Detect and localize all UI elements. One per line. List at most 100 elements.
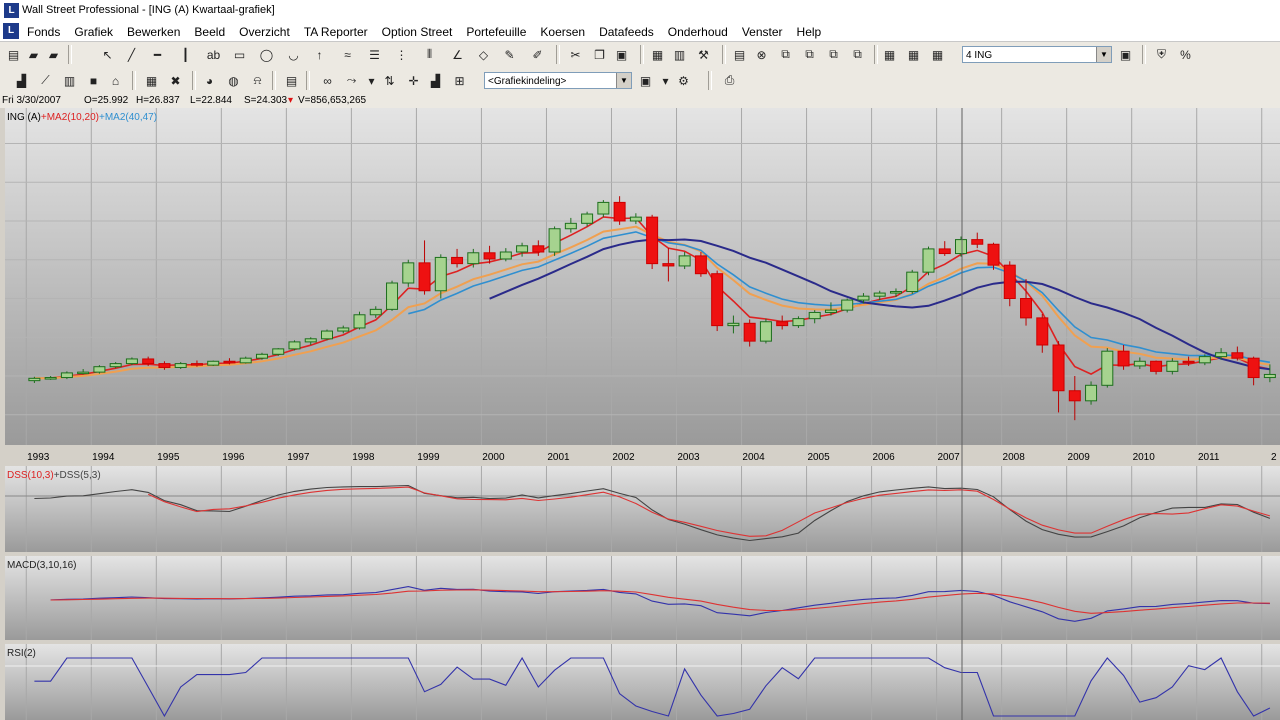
chevron-down-icon[interactable]: ▼ — [1096, 47, 1111, 62]
candle-body — [987, 243, 1000, 266]
delete-chart-icon[interactable]: ✖ — [166, 71, 185, 90]
globe-icon[interactable]: ◍ — [224, 71, 243, 90]
columns-icon[interactable]: ▥ — [670, 45, 689, 64]
angle-icon[interactable]: ∠ — [448, 45, 467, 64]
text-tool-icon[interactable]: ab — [204, 45, 223, 64]
symbol-select-value: 4 ING — [966, 50, 993, 61]
copy-icon[interactable]: ❐ — [590, 45, 609, 64]
layout-select[interactable]: <Grafiekindeling> ▼ — [484, 72, 632, 89]
ellipse-icon[interactable]: ◯ — [257, 45, 276, 64]
signals-icon[interactable]: ⇅ — [380, 71, 399, 90]
crosshair-icon[interactable]: ✛ — [404, 71, 423, 90]
layout3-icon[interactable]: ▦ — [928, 45, 947, 64]
horizontal-line-icon[interactable]: ━ — [148, 45, 167, 64]
rsi-panel-label: RSI(2) — [7, 648, 36, 659]
candle-body — [873, 292, 886, 297]
pointer-icon[interactable]: ↖ — [98, 45, 117, 64]
layout-tools-icon[interactable]: ⚙ — [674, 71, 693, 90]
open-icon[interactable]: ▰ — [24, 45, 43, 64]
paste-icon[interactable]: ▣ — [612, 45, 631, 64]
menu-item-datafeeds[interactable]: Datafeeds — [592, 25, 661, 39]
save-layout-icon[interactable]: ▣ — [636, 71, 655, 90]
menu-item-koersen[interactable]: Koersen — [533, 25, 592, 39]
channel-icon[interactable]: ⫴ — [420, 45, 439, 64]
x-tick-label: 1999 — [417, 452, 440, 463]
document-icon[interactable]: L — [3, 23, 19, 39]
dss-panel[interactable] — [5, 466, 1280, 552]
candle-body — [207, 360, 220, 366]
indicator-icon[interactable]: ⤳ — [342, 71, 361, 90]
tools-icon[interactable]: ⚒ — [694, 45, 713, 64]
link-icon[interactable]: ⧉ — [848, 45, 867, 64]
fibonacci-icon[interactable]: ⋮ — [392, 45, 411, 64]
vertical-line-icon[interactable]: ┃ — [176, 45, 195, 64]
palette-icon[interactable]: ◕ — [200, 71, 219, 90]
menu-item-option-street[interactable]: Option Street — [375, 25, 460, 39]
indicator-dropdown-icon[interactable]: ▾ — [362, 71, 381, 90]
rectangle-icon[interactable]: ▭ — [230, 45, 249, 64]
quote-high: H=26.837 — [136, 95, 180, 106]
compare-icon[interactable]: ⧉ — [824, 45, 843, 64]
candle-body — [142, 358, 155, 365]
layout-icon[interactable]: ▦ — [880, 45, 899, 64]
export-icon[interactable]: ⧉ — [800, 45, 819, 64]
menu-item-overzicht[interactable]: Overzicht — [232, 25, 297, 39]
chart-svg[interactable]: 1993 1994 1995 1996 1997 1998 1999 2000 2001 2002… — [0, 108, 1280, 720]
menu-item-beeld[interactable]: Beeld — [187, 25, 232, 39]
candle-chart-icon[interactable]: ▥ — [60, 71, 79, 90]
menu-item-bewerken[interactable]: Bewerken — [120, 25, 187, 39]
x-tick-label: 2003 — [677, 452, 700, 463]
chart-area[interactable]: 1993 1994 1995 1996 1997 1998 1999 2000 2001 2002… — [0, 108, 1280, 720]
menu-item-portefeuille[interactable]: Portefeuille — [459, 25, 533, 39]
printer-icon[interactable]: ⎙ — [720, 71, 739, 90]
bell-icon[interactable]: ⍾ — [248, 71, 267, 90]
save-layout-dropdown-icon[interactable]: ▾ — [656, 71, 675, 90]
candle-body — [971, 239, 984, 245]
arrow-up-icon[interactable]: ↑ — [310, 45, 329, 64]
wave-icon[interactable]: ≈ — [338, 45, 357, 64]
report-icon[interactable]: ▤ — [730, 45, 749, 64]
line-chart-icon[interactable]: ⟋ — [36, 71, 55, 90]
binoculars-icon[interactable]: ∞ — [318, 71, 337, 90]
pencil-icon[interactable]: ✎ — [500, 45, 519, 64]
eraser-icon[interactable]: ◇ — [474, 45, 493, 64]
menu-item-grafiek[interactable]: Grafiek — [67, 25, 120, 39]
table-icon[interactable]: ▤ — [282, 71, 301, 90]
zoom-icon[interactable]: ⊞ — [450, 71, 469, 90]
menu-item-venster[interactable]: Venster — [735, 25, 790, 39]
symbol-select[interactable]: 4 ING ▼ — [962, 46, 1112, 63]
marker-icon[interactable]: ✐ — [528, 45, 547, 64]
home-icon[interactable]: ⌂ — [106, 71, 125, 90]
candle-body — [922, 248, 935, 273]
chevron-down-icon[interactable]: ▼ — [616, 73, 631, 88]
candle-body — [711, 273, 724, 327]
cancel-icon[interactable]: ⊗ — [752, 45, 771, 64]
copy-chart-icon[interactable]: ⧉ — [776, 45, 795, 64]
quote-info-bar: Fri 3/30/2007 O=25.992 H=26.837 L=22.844… — [0, 94, 1280, 108]
cut-icon[interactable]: ✂ — [566, 45, 585, 64]
lines-icon[interactable]: ☰ — [365, 45, 384, 64]
menu-list: Fonds Grafiek Bewerken Beeld Overzicht TA Rep… — [20, 22, 828, 41]
chart-toolbar: ▟ ⟋ ▥ ■ ⌂ ▦ ✖ ◕ ◍ ⍾ ▤ ∞ ⤳ ▾ ⇅ ✛ ▟ ⊞ <Gra… — [0, 68, 1280, 95]
arc-icon[interactable]: ◡ — [284, 45, 303, 64]
candle-body — [434, 256, 447, 292]
draw-line-icon[interactable]: ╱ — [122, 45, 141, 64]
candle-body — [1231, 352, 1244, 359]
portfolio-icon[interactable]: ⛨ — [1152, 45, 1171, 64]
layout2-icon[interactable]: ▦ — [904, 45, 923, 64]
volume-icon[interactable]: ▟ — [426, 71, 445, 90]
block-icon[interactable]: ■ — [84, 71, 103, 90]
grid-icon[interactable]: ▦ — [648, 45, 667, 64]
bar-chart-icon[interactable]: ▟ — [12, 71, 31, 90]
save-icon[interactable]: ▣ — [1116, 45, 1135, 64]
menu-item-help[interactable]: Help — [790, 25, 829, 39]
menu-item-onderhoud[interactable]: Onderhoud — [661, 25, 735, 39]
candle-body — [321, 330, 333, 340]
save-folder-icon[interactable]: ▰ — [44, 45, 63, 64]
new-icon[interactable]: ▤ — [4, 45, 23, 64]
print-chart-icon[interactable]: ▦ — [142, 71, 161, 90]
menu-item-fonds[interactable]: Fonds — [20, 25, 67, 39]
percent-icon[interactable]: % — [1176, 45, 1195, 64]
menu-item-ta-reporter[interactable]: TA Reporter — [297, 25, 375, 39]
x-tick-label: 2008 — [1003, 452, 1026, 463]
